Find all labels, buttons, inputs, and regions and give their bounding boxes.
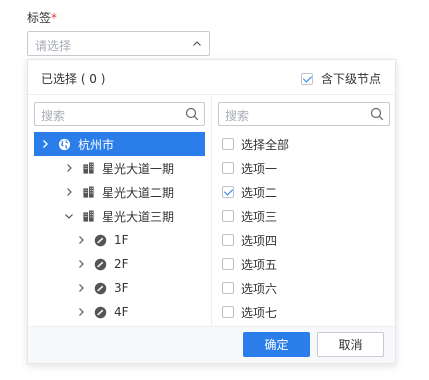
option-checkbox[interactable] [222, 138, 234, 150]
required-mark: * [51, 11, 58, 25]
option-7[interactable]: 选项七 [222, 304, 277, 320]
option-3[interactable]: 选项三 [222, 208, 277, 224]
floor-gauge-icon [94, 306, 107, 318]
select-placeholder: 请选择 [35, 39, 72, 53]
option-select-all[interactable]: 选择全部 [222, 136, 289, 152]
chevron-right-icon[interactable] [64, 187, 74, 197]
tree-node-floor-4f[interactable]: 4F [34, 300, 205, 324]
option-1[interactable]: 选项一 [222, 160, 277, 176]
globe-icon [58, 138, 71, 150]
tree-node-label: 星光大道二期 [102, 185, 175, 200]
option-checkbox[interactable] [222, 258, 234, 270]
tree-node-floor-3f[interactable]: 3F [34, 276, 205, 300]
tree-node-label: 3F [114, 281, 129, 295]
field-label-text: 标签 [27, 11, 52, 25]
tag-select[interactable]: 请选择 [27, 31, 210, 56]
tree-node-floor-2f[interactable]: 2F [34, 252, 205, 276]
chevron-up-icon [193, 41, 201, 46]
tree-search-input[interactable]: 搜索 [34, 102, 205, 126]
building-icon [83, 185, 94, 198]
chevron-right-icon[interactable] [76, 283, 86, 293]
options-search-input[interactable]: 搜索 [218, 102, 390, 126]
option-checkbox[interactable] [222, 210, 234, 222]
tree-node-label: 1F [114, 233, 129, 247]
tree-node-label: 杭州市 [78, 137, 115, 152]
tree-node-hangzhou[interactable]: 杭州市 [34, 132, 205, 156]
option-checkbox[interactable] [222, 306, 234, 318]
search-icon[interactable] [370, 107, 384, 121]
tree-node-phase-3[interactable]: 星光大道三期 [34, 204, 205, 228]
option-label: 选项三 [241, 209, 278, 224]
confirm-button[interactable]: 确定 [243, 332, 310, 357]
chevron-right-icon[interactable] [76, 307, 86, 317]
chevron-right-icon[interactable] [76, 259, 86, 269]
chevron-right-icon[interactable] [64, 163, 74, 173]
option-label: 选项七 [241, 305, 278, 320]
include-sub-toggle[interactable]: 含下级节点 [300, 70, 381, 87]
tree-search-placeholder: 搜索 [41, 109, 66, 123]
include-sub-checkbox[interactable] [300, 72, 313, 85]
option-5[interactable]: 选项五 [222, 256, 277, 272]
option-checkbox[interactable] [222, 282, 234, 294]
dropdown-panel: 已选择 ( 0 ) 含下级节点 搜索 杭州市 星光大道一期 星光大道二期 星光大… [27, 59, 396, 364]
option-checkbox[interactable] [222, 234, 234, 246]
cancel-button[interactable]: 取消 [317, 332, 384, 357]
tree-node-label: 星光大道三期 [102, 209, 175, 224]
option-label: 选择全部 [241, 137, 290, 152]
tree-node-label: 4F [114, 305, 129, 319]
chevron-right-icon[interactable] [40, 139, 50, 149]
tree-column: 搜索 杭州市 星光大道一期 星光大道二期 星光大道三期 1F 2F 3F 4F [28, 95, 211, 327]
building-icon [83, 161, 94, 174]
tree-node-phase-2[interactable]: 星光大道二期 [34, 180, 205, 204]
floor-gauge-icon [94, 234, 107, 246]
search-icon[interactable] [185, 107, 199, 121]
option-6[interactable]: 选项六 [222, 280, 277, 296]
option-label: 选项二 [241, 185, 278, 200]
tree-node-label: 星光大道一期 [102, 161, 175, 176]
options-search-placeholder: 搜索 [225, 109, 250, 123]
tree-node-floor-1f[interactable]: 1F [34, 228, 205, 252]
field-label: 标签* [27, 9, 57, 26]
chevron-right-icon[interactable] [76, 235, 86, 245]
option-label: 选项五 [241, 257, 278, 272]
include-sub-label: 含下级节点 [320, 72, 381, 86]
options-column: 搜索 选择全部 选项一 选项二 选项三 选项四 选项五 选项六 选项七 [211, 95, 396, 327]
tree-node-phase-1[interactable]: 星光大道一期 [34, 156, 205, 180]
building-icon [83, 209, 94, 222]
floor-gauge-icon [94, 282, 107, 294]
option-checkbox[interactable] [222, 162, 234, 174]
tree-node-label: 2F [114, 257, 129, 271]
option-label: 选项四 [241, 233, 278, 248]
option-4[interactable]: 选项四 [222, 232, 277, 248]
chevron-down-icon[interactable] [64, 211, 74, 221]
option-label: 选项六 [241, 281, 278, 296]
floor-gauge-icon [94, 258, 107, 270]
panel-header: 已选择 ( 0 ) 含下级节点 [28, 60, 395, 94]
option-checkbox[interactable] [222, 186, 234, 198]
option-label: 选项一 [241, 161, 278, 176]
selected-count: 已选择 ( 0 ) [41, 72, 106, 86]
panel-footer: 确定 取消 [28, 326, 395, 363]
option-2[interactable]: 选项二 [222, 184, 277, 200]
